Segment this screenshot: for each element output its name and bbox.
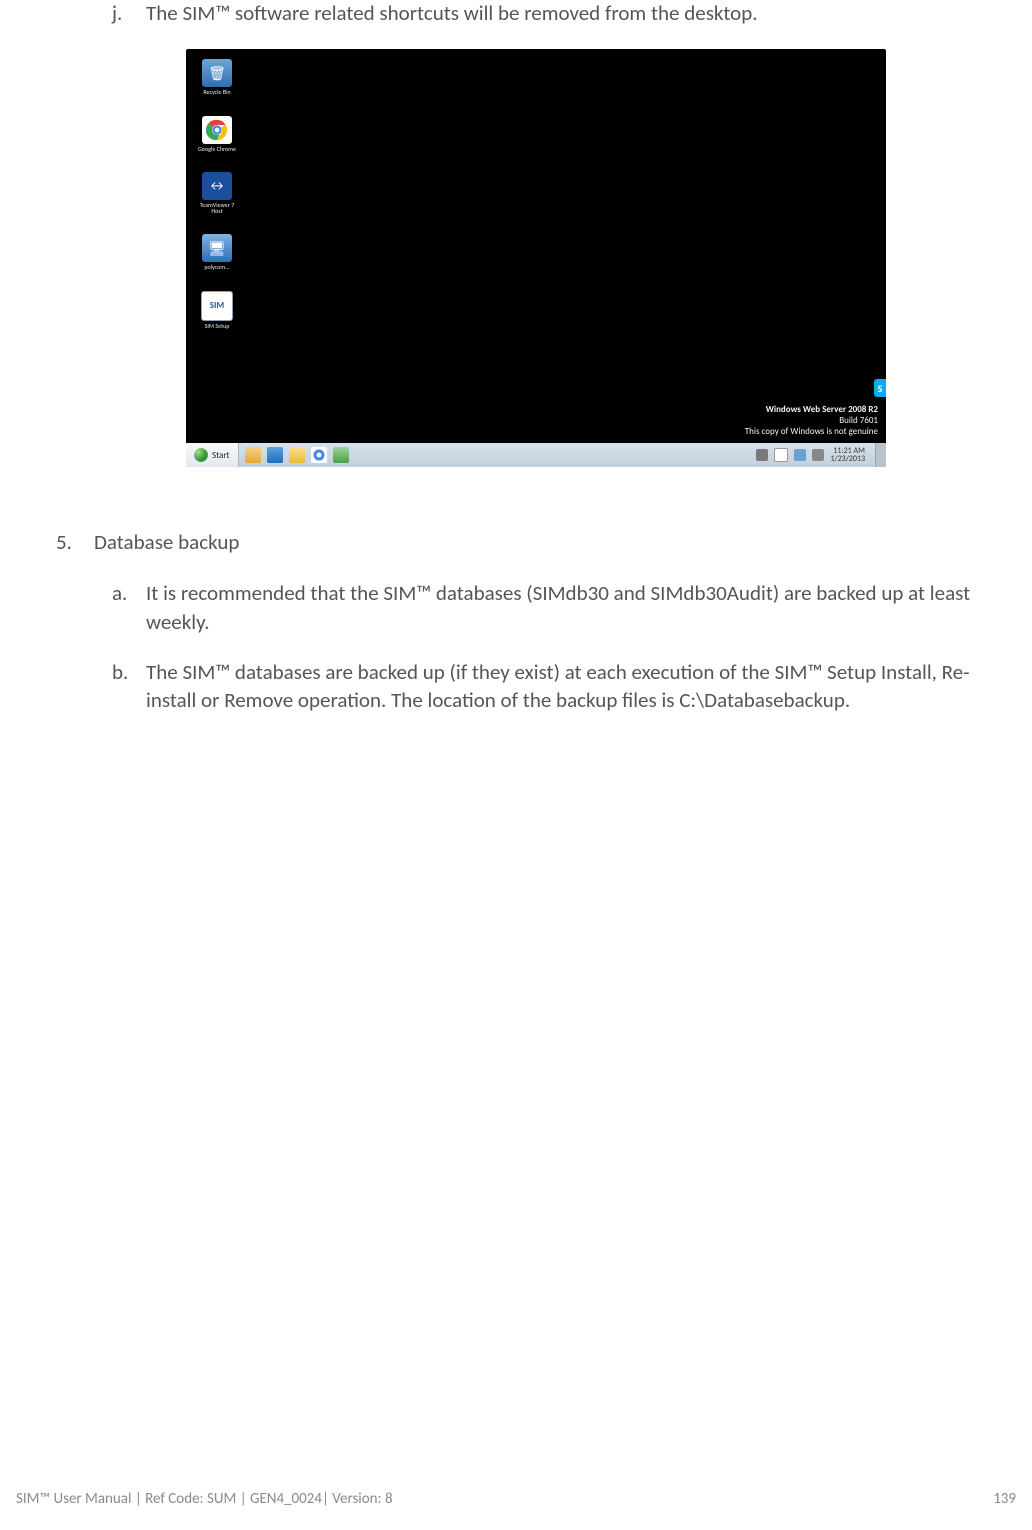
taskbar-app-icon[interactable] [311, 447, 327, 463]
show-desktop-button[interactable] [875, 443, 886, 467]
list-item-j: j. The SIM™ software related shortcuts w… [112, 0, 992, 27]
skype-tab-icon[interactable]: S [874, 379, 886, 397]
taskbar-app-icon[interactable] [333, 447, 349, 463]
subitem-text: It is recommended that the SIM™ database… [146, 579, 992, 636]
teamviewer-icon: ↔ [202, 172, 232, 200]
taskbar-app-icon[interactable] [267, 447, 283, 463]
taskbar-clock[interactable]: 11:21 AM 1/23/2013 [830, 447, 869, 464]
desktop-icon-polycom[interactable]: 🖥 polycom... [198, 234, 236, 270]
desktop-icon-label: polycom... [204, 264, 229, 270]
desktop-icon-label: TeamViewer 7 Host [198, 202, 236, 215]
footer-page-number: 139 [993, 1490, 1016, 1508]
quick-launch [239, 447, 355, 463]
start-label: Start [212, 450, 230, 461]
document-page: j. The SIM™ software related shortcuts w… [0, 0, 1032, 715]
system-tray: 11:21 AM 1/23/2013 [750, 447, 875, 464]
watermark-line3: This copy of Windows is not genuine [745, 427, 878, 438]
desktop-icon-label: Google Chrome [198, 146, 236, 152]
embedded-screenshot: 🗑 Recycle Bin Google Chrome [186, 49, 886, 467]
taskbar-app-icon[interactable] [289, 447, 305, 463]
subitem-b: b. The SIM™ databases are backed up (if … [112, 658, 992, 715]
desktop-icon-label: SIM Setup [205, 323, 230, 329]
chrome-icon [202, 116, 232, 144]
desktop-icons-column: 🗑 Recycle Bin Google Chrome [198, 59, 236, 329]
subitem-a: a. It is recommended that the SIM™ datab… [112, 579, 992, 636]
tray-icon[interactable] [756, 449, 768, 461]
section-title: Database backup [94, 529, 239, 555]
section-heading-row: 5. Database backup [56, 529, 992, 555]
section-number: 5. [56, 529, 94, 555]
desktop-icon-chrome[interactable]: Google Chrome [198, 116, 236, 152]
start-button[interactable]: Start [186, 443, 239, 467]
list-text: The SIM™ software related shortcuts will… [146, 0, 992, 27]
tray-flag-icon[interactable] [774, 448, 788, 462]
taskbar: Start 11:21 AM 1/23/2013 [186, 443, 886, 467]
tray-volume-icon[interactable] [812, 449, 824, 461]
subitem-marker: b. [112, 658, 146, 715]
clock-date: 1/23/2013 [830, 455, 865, 463]
section-subitems: a. It is recommended that the SIM™ datab… [112, 579, 992, 714]
windows-watermark: Windows Web Server 2008 R2 Build 7601 Th… [745, 405, 878, 437]
desktop-icon-sim-setup[interactable]: SIM SIM Setup [198, 291, 236, 329]
page-footer: SIM™ User Manual | Ref Code: SUM | GEN4_… [0, 1490, 1032, 1508]
desktop-icon-label: Recycle Bin [203, 89, 230, 95]
polycom-icon: 🖥 [202, 234, 232, 262]
list-marker: j. [112, 0, 146, 27]
watermark-line2: Build 7601 [745, 416, 878, 427]
sim-setup-icon: SIM [201, 291, 233, 321]
desktop-icon-recycle-bin[interactable]: 🗑 Recycle Bin [198, 59, 236, 95]
recycle-bin-icon: 🗑 [202, 59, 232, 87]
footer-left: SIM™ User Manual | Ref Code: SUM | GEN4_… [16, 1490, 393, 1508]
subitem-marker: a. [112, 579, 146, 636]
tray-network-icon[interactable] [794, 449, 806, 461]
subitem-text: The SIM™ databases are backed up (if the… [146, 658, 992, 715]
section-database-backup: 5. Database backup a. It is recommended … [56, 529, 992, 714]
taskbar-app-icon[interactable] [245, 447, 261, 463]
windows-orb-icon [194, 448, 208, 462]
desktop-icon-teamviewer[interactable]: ↔ TeamViewer 7 Host [198, 172, 236, 215]
